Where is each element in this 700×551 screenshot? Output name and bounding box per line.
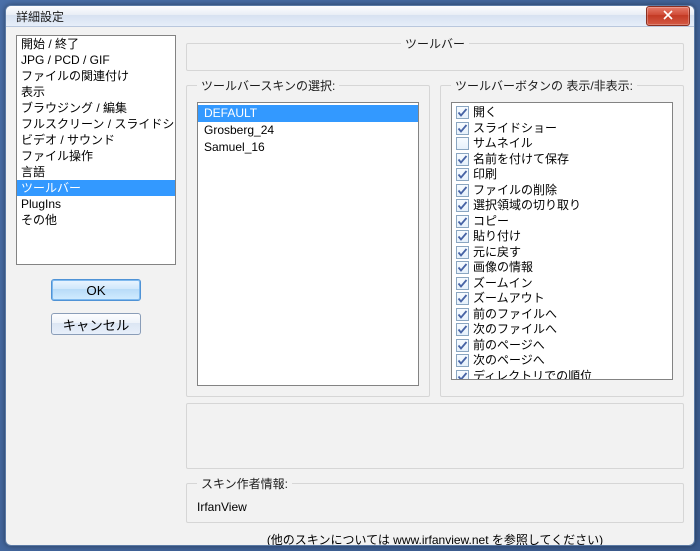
checkbox-icon[interactable] [456, 292, 469, 305]
toolbar-button-item[interactable]: 前のページへ [456, 338, 668, 354]
skin-item[interactable]: Grosberg_24 [198, 122, 418, 139]
button-visibility-label: ツールバーボタンの 表示/非表示: [451, 77, 637, 94]
author-value: IrfanView [197, 498, 673, 516]
toolbar-button-label: ズームイン [473, 276, 533, 292]
category-item[interactable]: フルスクリーン / スライドショー [17, 116, 175, 132]
skin-item[interactable]: Samuel_16 [198, 139, 418, 156]
checkbox-icon[interactable] [456, 339, 469, 352]
toolbar-button-label: 前のファイルへ [473, 307, 557, 323]
middle-row: ツールバースキンの選択: DEFAULTGrosberg_24Samuel_16… [186, 77, 684, 397]
category-item[interactable]: JPG / PCD / GIF [17, 52, 175, 68]
category-item[interactable]: PlugIns [17, 196, 175, 212]
titlebar: 詳細設定 [6, 6, 694, 27]
toolbar-button-item[interactable]: コピー [456, 214, 668, 230]
toolbar-group: ツールバー [186, 35, 684, 71]
toolbar-button-label: 名前を付けて保存 [473, 152, 569, 168]
window-title: 詳細設定 [16, 8, 64, 25]
close-icon [663, 10, 673, 23]
checkbox-icon[interactable] [456, 168, 469, 181]
toolbar-button-item[interactable]: サムネイル [456, 136, 668, 152]
checkbox-icon[interactable] [456, 122, 469, 135]
category-item[interactable]: 開始 / 終了 [17, 36, 175, 52]
window: 詳細設定 開始 / 終了JPG / PCD / GIFファイルの関連付け表示ブラ… [5, 5, 695, 546]
checkbox-icon[interactable] [456, 199, 469, 212]
checkbox-icon[interactable] [456, 354, 469, 367]
checkbox-icon[interactable] [456, 230, 469, 243]
ok-button[interactable]: OK [51, 279, 141, 301]
toolbar-button-item[interactable]: ディレクトリでの順位 [456, 369, 668, 381]
toolbar-button-label: ファイルの削除 [473, 183, 557, 199]
toolbar-button-label: コピー [473, 214, 509, 230]
toolbar-button-item[interactable]: スライドショー [456, 121, 668, 137]
toolbar-button-label: ズームアウト [473, 291, 545, 307]
checkbox-icon[interactable] [456, 261, 469, 274]
toolbar-button-label: 選択領域の切り取り [473, 198, 581, 214]
skin-item[interactable]: DEFAULT [198, 105, 418, 122]
toolbar-group-label: ツールバー [401, 35, 469, 52]
category-item[interactable]: 言語 [17, 164, 175, 180]
skin-select-label: ツールバースキンの選択: [197, 77, 339, 94]
checkbox-icon[interactable] [456, 370, 469, 380]
toolbar-button-label: 貼り付け [473, 229, 521, 245]
author-group-label: スキン作者情報: [197, 475, 292, 492]
category-item[interactable]: 表示 [17, 84, 175, 100]
toolbar-button-label: 前のページへ [473, 338, 545, 354]
category-item[interactable]: ブラウジング / 編集 [17, 100, 175, 116]
toolbar-button-item[interactable]: 開く [456, 105, 668, 121]
toolbar-button-item[interactable]: 次のページへ [456, 353, 668, 369]
checkbox-icon[interactable] [456, 184, 469, 197]
checkbox-icon[interactable] [456, 137, 469, 150]
toolbar-button-label: ディレクトリでの順位 [473, 369, 592, 381]
toolbar-button-label: 元に戻す [473, 245, 521, 261]
close-button[interactable] [646, 6, 690, 26]
toolbar-button-label: 開く [473, 105, 497, 121]
checkbox-icon[interactable] [456, 106, 469, 119]
toolbar-button-item[interactable]: 元に戻す [456, 245, 668, 261]
left-column: 開始 / 終了JPG / PCD / GIFファイルの関連付け表示ブラウジング … [16, 35, 176, 546]
checkbox-icon[interactable] [456, 323, 469, 336]
author-group: スキン作者情報: IrfanView [186, 475, 684, 523]
skin-select-group: ツールバースキンの選択: DEFAULTGrosberg_24Samuel_16 [186, 77, 430, 397]
category-item[interactable]: ファイル操作 [17, 148, 175, 164]
button-stack: OK キャンセル [16, 279, 176, 335]
right-column: ツールバー ツールバースキンの選択: DEFAULTGrosberg_24Sam… [186, 35, 684, 546]
toolbar-button-label: スライドショー [473, 121, 557, 137]
category-item[interactable]: ファイルの関連付け [17, 68, 175, 84]
category-item[interactable]: その他 [17, 212, 175, 228]
toolbar-button-item[interactable]: 画像の情報 [456, 260, 668, 276]
empty-group [186, 403, 684, 469]
footnote: (他のスキンについては www.irfanview.net を参照してください) [186, 529, 684, 546]
toolbar-button-label: 次のページへ [473, 353, 545, 369]
checkbox-icon[interactable] [456, 215, 469, 228]
button-visibility-group: ツールバーボタンの 表示/非表示: 開くスライドショーサムネイル名前を付けて保存… [440, 77, 684, 397]
toolbar-button-label: 印刷 [473, 167, 497, 183]
toolbar-button-item[interactable]: ファイルの削除 [456, 183, 668, 199]
toolbar-button-label: サムネイル [473, 136, 533, 152]
toolbar-button-item[interactable]: ズームアウト [456, 291, 668, 307]
toolbar-button-label: 画像の情報 [473, 260, 533, 276]
toolbar-button-item[interactable]: 名前を付けて保存 [456, 152, 668, 168]
checkbox-icon[interactable] [456, 246, 469, 259]
client-area: 開始 / 終了JPG / PCD / GIFファイルの関連付け表示ブラウジング … [6, 27, 694, 546]
toolbar-button-item[interactable]: ズームイン [456, 276, 668, 292]
toolbar-button-item[interactable]: 印刷 [456, 167, 668, 183]
cancel-button[interactable]: キャンセル [51, 313, 141, 335]
checkbox-icon[interactable] [456, 153, 469, 166]
skin-list[interactable]: DEFAULTGrosberg_24Samuel_16 [197, 102, 419, 386]
category-list[interactable]: 開始 / 終了JPG / PCD / GIFファイルの関連付け表示ブラウジング … [16, 35, 176, 265]
checkbox-icon[interactable] [456, 277, 469, 290]
toolbar-button-item[interactable]: 前のファイルへ [456, 307, 668, 323]
toolbar-button-label: 次のファイルへ [473, 322, 557, 338]
category-item[interactable]: ビデオ / サウンド [17, 132, 175, 148]
toolbar-button-item[interactable]: 貼り付け [456, 229, 668, 245]
toolbar-button-item[interactable]: 次のファイルへ [456, 322, 668, 338]
toolbar-button-item[interactable]: 選択領域の切り取り [456, 198, 668, 214]
category-item[interactable]: ツールバー [17, 180, 175, 196]
checkbox-icon[interactable] [456, 308, 469, 321]
toolbar-button-list[interactable]: 開くスライドショーサムネイル名前を付けて保存印刷ファイルの削除選択領域の切り取り… [451, 102, 673, 380]
